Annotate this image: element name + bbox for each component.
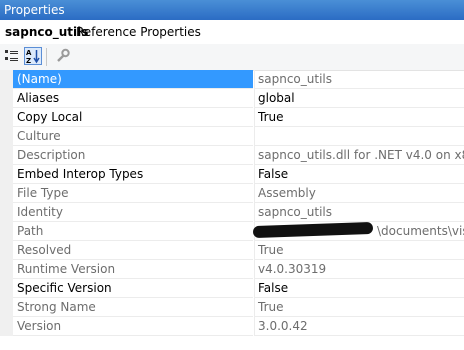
- property-row[interactable]: File Type Assembly: [0, 184, 464, 203]
- property-row[interactable]: Strong Name True: [0, 298, 464, 317]
- property-row[interactable]: (Name) sapnco_utils: [0, 70, 464, 89]
- property-name[interactable]: File Type: [13, 184, 253, 203]
- property-name[interactable]: Strong Name: [13, 298, 253, 317]
- property-row[interactable]: Resolved True: [0, 241, 464, 260]
- property-value[interactable]: 3.0.0.42: [254, 317, 464, 336]
- row-gutter: [0, 279, 13, 298]
- property-row[interactable]: Runtime Version v4.0.30319: [0, 260, 464, 279]
- properties-title-bar: Properties: [0, 0, 464, 20]
- properties-toolbar: A Z: [0, 44, 464, 71]
- object-selector[interactable]: sapnco_utils Reference Properties: [0, 20, 464, 44]
- property-row[interactable]: Version 3.0.0.42: [0, 317, 464, 336]
- row-gutter: [0, 260, 13, 279]
- row-gutter: [0, 298, 13, 317]
- row-gutter: [0, 317, 13, 336]
- svg-text:A: A: [26, 49, 32, 57]
- property-row[interactable]: Identity sapnco_utils: [0, 203, 464, 222]
- property-value[interactable]: v4.0.30319: [254, 260, 464, 279]
- row-gutter: [0, 89, 13, 108]
- property-value[interactable]: Assembly: [254, 184, 464, 203]
- property-name[interactable]: Aliases: [13, 89, 253, 108]
- property-row[interactable]: Path\documents\visual: [0, 221, 464, 241]
- svg-text:Z: Z: [26, 57, 31, 64]
- alphabetical-button[interactable]: A Z: [24, 47, 42, 65]
- toolbar-separator: [46, 48, 47, 66]
- property-value[interactable]: [254, 127, 464, 146]
- categorized-icon: [5, 50, 18, 61]
- property-name[interactable]: Description: [13, 146, 253, 165]
- property-name[interactable]: Culture: [13, 127, 253, 146]
- property-name[interactable]: Copy Local: [13, 108, 253, 127]
- row-gutter: [0, 222, 13, 241]
- property-name[interactable]: Path: [13, 222, 253, 241]
- wrench-icon: [57, 48, 70, 62]
- property-pages-button[interactable]: [54, 47, 72, 65]
- property-name[interactable]: (Name): [13, 70, 253, 89]
- property-value[interactable]: True: [254, 108, 464, 127]
- property-name[interactable]: Version: [13, 317, 253, 336]
- window-title: Properties: [4, 3, 65, 17]
- property-name[interactable]: Specific Version: [13, 279, 253, 298]
- row-gutter: [0, 70, 13, 89]
- property-row[interactable]: Aliases global: [0, 89, 464, 108]
- row-gutter: [0, 241, 13, 260]
- property-value[interactable]: sapnco_utils: [254, 203, 464, 222]
- property-value[interactable]: global: [254, 89, 464, 108]
- property-value[interactable]: True: [254, 298, 464, 317]
- object-type: Reference Properties: [76, 25, 201, 39]
- property-name[interactable]: Runtime Version: [13, 260, 253, 279]
- alphabetical-icon: A Z: [26, 49, 40, 65]
- property-name[interactable]: Identity: [13, 203, 253, 222]
- row-gutter: [0, 127, 13, 146]
- categorized-button[interactable]: [3, 47, 21, 65]
- property-value[interactable]: sapnco_utils: [254, 70, 464, 89]
- property-value[interactable]: False: [254, 165, 464, 184]
- property-row[interactable]: Culture: [0, 127, 464, 146]
- property-value[interactable]: sapnco_utils.dll for .NET v4.0 on x86: [254, 146, 464, 165]
- property-row[interactable]: Embed Interop Types False: [0, 165, 464, 184]
- row-gutter: [0, 203, 13, 222]
- row-gutter: [0, 108, 13, 127]
- property-name[interactable]: Embed Interop Types: [13, 165, 253, 184]
- property-row[interactable]: Copy Local True: [0, 108, 464, 127]
- row-gutter: [0, 184, 13, 203]
- property-value[interactable]: False: [254, 279, 464, 298]
- property-row[interactable]: Specific Version False: [0, 279, 464, 298]
- property-name[interactable]: Resolved: [13, 241, 253, 260]
- row-gutter: [0, 146, 13, 165]
- property-row[interactable]: Description sapnco_utils.dll for .NET v4.…: [0, 146, 464, 165]
- property-grid[interactable]: (Name) sapnco_utils Aliases global Copy Loca…: [0, 70, 464, 336]
- row-gutter: [0, 165, 13, 184]
- property-value[interactable]: True: [254, 241, 464, 260]
